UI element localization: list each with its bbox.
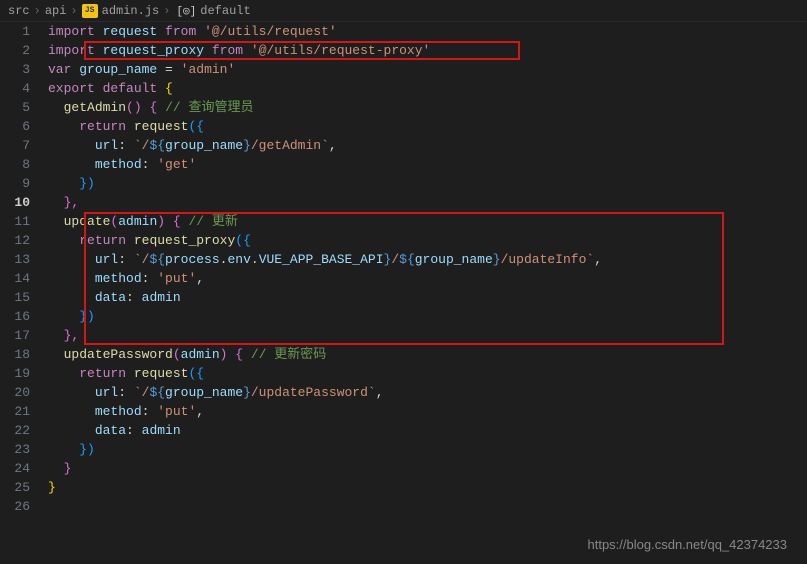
line-number: 15: [0, 288, 30, 307]
line-number: 14: [0, 269, 30, 288]
code-line[interactable]: var group_name = 'admin': [48, 60, 807, 79]
code-line[interactable]: url: `/${process.env.VUE_APP_BASE_API}/$…: [48, 250, 807, 269]
code-line[interactable]: },: [48, 193, 807, 212]
line-number: 24: [0, 459, 30, 478]
breadcrumb-symbol[interactable]: default: [200, 4, 250, 18]
code-line[interactable]: import request_proxy from '@/utils/reque…: [48, 41, 807, 60]
code-line[interactable]: data: admin: [48, 288, 807, 307]
code-line[interactable]: },: [48, 326, 807, 345]
line-number: 16: [0, 307, 30, 326]
code-line[interactable]: import request from '@/utils/request': [48, 22, 807, 41]
line-number-gutter: 1 2 3 4 5 6 7 8 9 10 11 12 13 14 15 16 1…: [0, 22, 40, 564]
code-line[interactable]: url: `/${group_name}/updatePassword`,: [48, 383, 807, 402]
code-line[interactable]: method: 'put',: [48, 402, 807, 421]
code-line[interactable]: [48, 497, 807, 516]
line-number: 23: [0, 440, 30, 459]
code-line[interactable]: }: [48, 459, 807, 478]
line-number: 10: [0, 193, 30, 212]
code-editor[interactable]: 1 2 3 4 5 6 7 8 9 10 11 12 13 14 15 16 1…: [0, 22, 807, 564]
line-number: 8: [0, 155, 30, 174]
code-line[interactable]: return request({: [48, 117, 807, 136]
line-number: 26: [0, 497, 30, 516]
chevron-right-icon: ›: [163, 4, 170, 18]
line-number: 9: [0, 174, 30, 193]
line-number: 21: [0, 402, 30, 421]
chevron-right-icon: ›: [34, 4, 41, 18]
code-line[interactable]: }: [48, 478, 807, 497]
code-line[interactable]: method: 'put',: [48, 269, 807, 288]
js-file-icon: JS: [82, 4, 98, 18]
breadcrumb-folder[interactable]: api: [45, 4, 67, 18]
code-area[interactable]: import request from '@/utils/request' im…: [40, 22, 807, 564]
code-line[interactable]: getAdmin() { // 查询管理员: [48, 98, 807, 117]
line-number: 20: [0, 383, 30, 402]
line-number: 12: [0, 231, 30, 250]
breadcrumb[interactable]: src › api › JS admin.js › [◎] default: [0, 0, 807, 22]
line-number: 22: [0, 421, 30, 440]
breadcrumb-folder[interactable]: src: [8, 4, 30, 18]
code-line[interactable]: return request_proxy({: [48, 231, 807, 250]
code-line[interactable]: }): [48, 440, 807, 459]
code-line[interactable]: url: `/${group_name}/getAdmin`,: [48, 136, 807, 155]
line-number: 25: [0, 478, 30, 497]
symbol-icon: [◎]: [176, 4, 196, 18]
line-number: 1: [0, 22, 30, 41]
line-number: 7: [0, 136, 30, 155]
line-number: 4: [0, 79, 30, 98]
code-line[interactable]: data: admin: [48, 421, 807, 440]
line-number: 11: [0, 212, 30, 231]
code-line[interactable]: export default {: [48, 79, 807, 98]
breadcrumb-file[interactable]: admin.js: [102, 4, 160, 18]
line-number: 19: [0, 364, 30, 383]
code-line[interactable]: }): [48, 307, 807, 326]
code-line[interactable]: update(admin) { // 更新: [48, 212, 807, 231]
line-number: 2: [0, 41, 30, 60]
code-line[interactable]: }): [48, 174, 807, 193]
watermark-text: https://blog.csdn.net/qq_42374233: [588, 537, 788, 552]
line-number: 3: [0, 60, 30, 79]
code-line[interactable]: return request({: [48, 364, 807, 383]
line-number: 18: [0, 345, 30, 364]
chevron-right-icon: ›: [70, 4, 77, 18]
line-number: 5: [0, 98, 30, 117]
code-line[interactable]: method: 'get': [48, 155, 807, 174]
line-number: 13: [0, 250, 30, 269]
code-line[interactable]: updatePassword(admin) { // 更新密码: [48, 345, 807, 364]
line-number: 6: [0, 117, 30, 136]
line-number: 17: [0, 326, 30, 345]
